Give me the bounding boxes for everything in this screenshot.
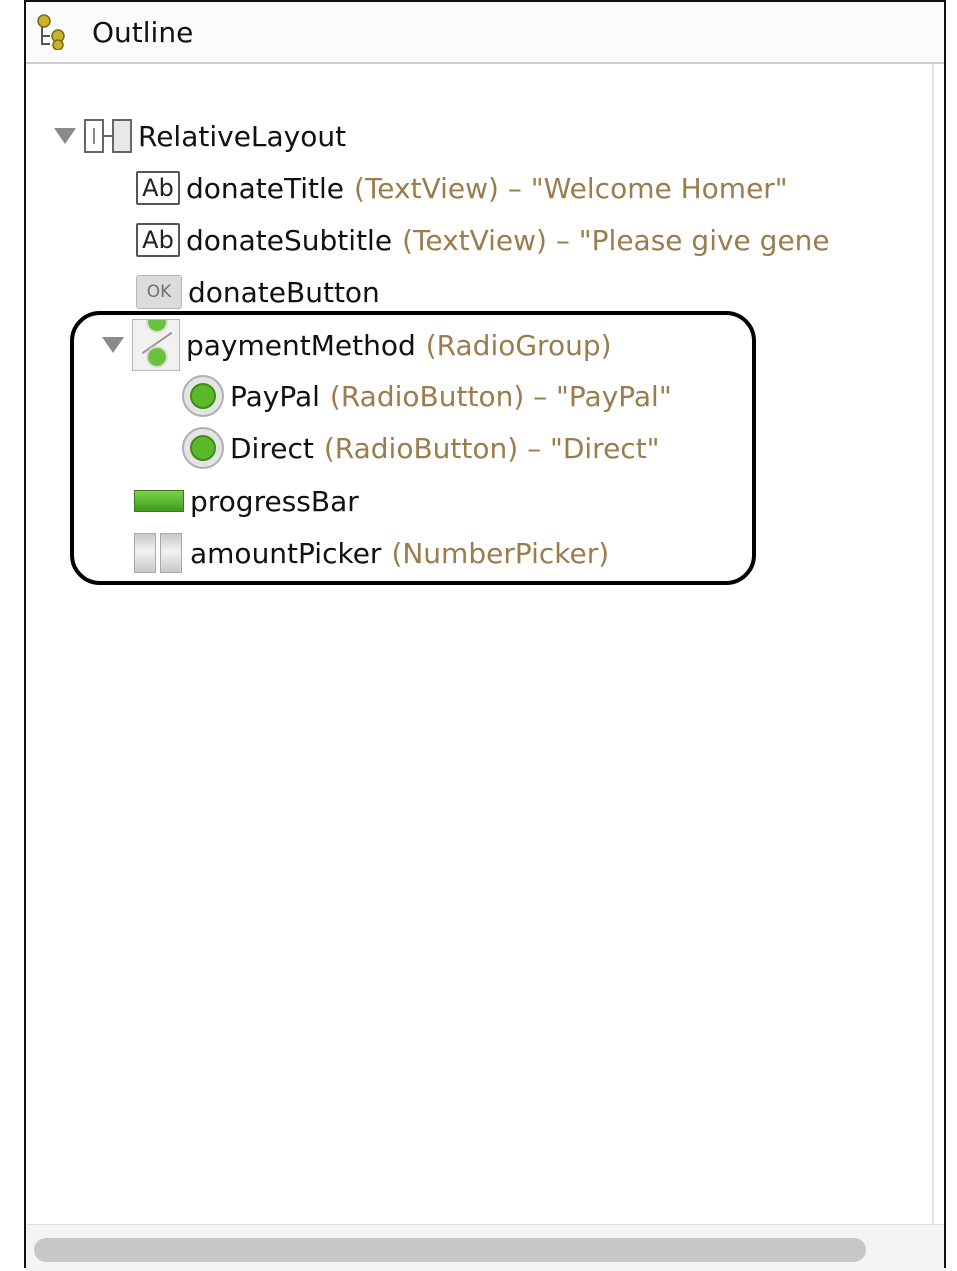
- tree-item-label: donateSubtitle: [186, 223, 393, 257]
- highlight-annotation-box: [70, 311, 756, 585]
- textview-icon: Ab: [136, 223, 180, 257]
- textview-icon: Ab: [136, 171, 180, 205]
- expand-triangle-icon[interactable]: [54, 128, 76, 144]
- tree-item-label: donateButton: [188, 275, 380, 309]
- tree-item-donatebutton[interactable]: OK donateButton: [136, 270, 380, 314]
- outline-tree-icon: [37, 14, 65, 50]
- horizontal-scrollbar-thumb[interactable]: [34, 1238, 866, 1262]
- outline-title: Outline: [92, 16, 194, 49]
- vertical-divider: [932, 64, 934, 1224]
- tree-item-type: (TextView) – "Welcome Homer": [354, 171, 788, 205]
- tree-item-label: RelativeLayout: [138, 119, 347, 153]
- tree-item-relativelayout[interactable]: RelativeLayout: [54, 114, 346, 158]
- outline-header: Outline: [26, 2, 944, 64]
- tree-item-type: (TextView) – "Please give gene: [402, 223, 830, 257]
- tree-item-donatesubtitle[interactable]: Ab donateSubtitle (TextView) – "Please g…: [136, 218, 830, 262]
- outline-panel: Outline RelativeLayout Ab donateTitle (T…: [24, 0, 946, 1271]
- tree-item-donatetitle[interactable]: Ab donateTitle (TextView) – "Welcome Hom…: [136, 166, 788, 210]
- tree-item-label: donateTitle: [186, 171, 345, 205]
- relative-layout-icon: [84, 119, 132, 153]
- button-icon: OK: [136, 275, 182, 309]
